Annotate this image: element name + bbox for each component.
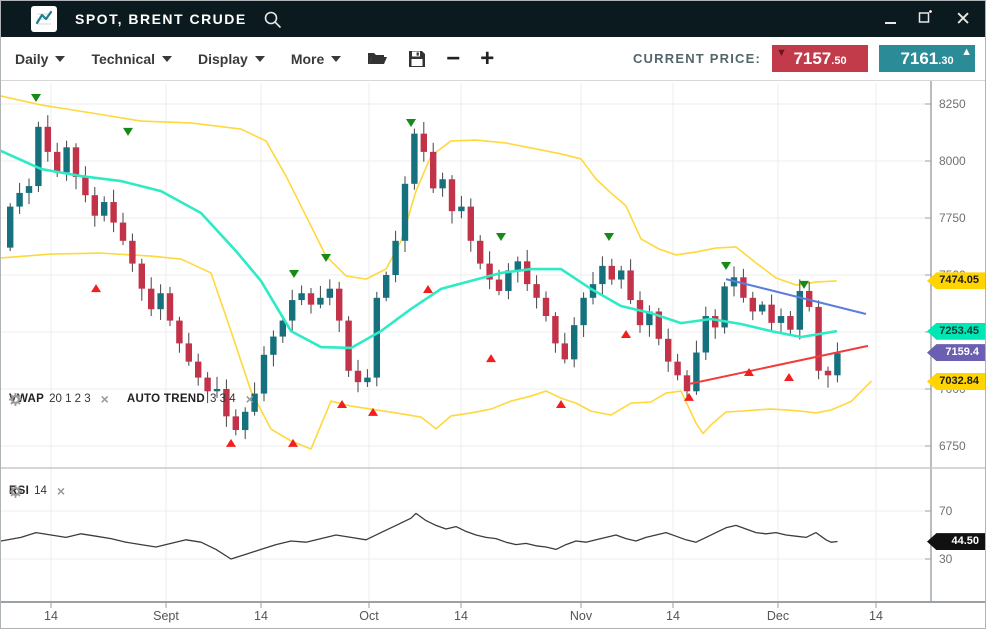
time-axis-label: Dec xyxy=(767,609,789,623)
indicator-legend-row: VWAP 20 1 2 3 × AUTO TREND 3 3 4 × xyxy=(9,393,254,405)
auto-trend-close-icon[interactable]: × xyxy=(246,393,254,405)
vwap-close-icon[interactable]: × xyxy=(101,393,109,405)
time-axis-label: Oct xyxy=(359,609,378,623)
price-axis-label: 8250 xyxy=(939,97,966,111)
time-axis-label: Sept xyxy=(153,609,179,623)
rsi-close-icon[interactable]: × xyxy=(57,485,65,497)
price-axis-label: 7750 xyxy=(939,211,966,225)
last-price-price-tag: 7159.4 xyxy=(927,344,986,361)
time-axis-label: 14 xyxy=(666,609,680,623)
vwap-params: 20 1 2 3 xyxy=(49,393,91,405)
lower-bollinger-band-price-tag: 7032.84 xyxy=(927,373,986,390)
rsi-axis-label: 70 xyxy=(939,504,952,518)
auto-trend-params: 3 3 4 xyxy=(210,393,236,405)
auto-trend-label: AUTO TREND xyxy=(127,393,205,405)
rsi-params: 14 xyxy=(34,485,47,497)
upper-bollinger-band-price-tag: 7474.05 xyxy=(927,272,986,289)
vwap-price-tag: 7253.45 xyxy=(927,323,986,340)
time-axis-label: Nov xyxy=(570,609,592,623)
time-axis-label: 14 xyxy=(454,609,468,623)
price-axis-label: 6750 xyxy=(939,439,966,453)
time-axis-label: 14 xyxy=(44,609,58,623)
rsi-value-tag: 44.50 xyxy=(927,533,986,550)
price-axis-label: 8000 xyxy=(939,154,966,168)
rsi-axis-label: 30 xyxy=(939,552,952,566)
app-window: SPOT, BRENT CRUDE ✕ Daily xyxy=(0,0,986,629)
rsi-legend-row: RSI 14 × xyxy=(9,485,65,497)
time-axis-label: 14 xyxy=(254,609,268,623)
time-axis-label: 14 xyxy=(869,609,883,623)
chart-area[interactable]: VWAP 20 1 2 3 × AUTO TREND 3 3 4 × RSI 1… xyxy=(1,81,986,629)
